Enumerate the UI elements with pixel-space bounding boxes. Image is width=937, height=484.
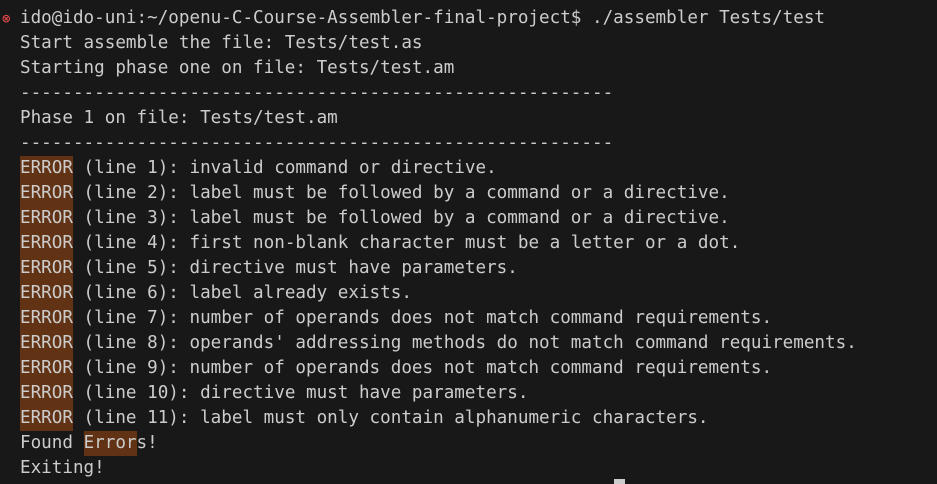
error-message: (line 7): number of operands does not ma… bbox=[72, 308, 773, 328]
error-line: ERROR (line 5): directive must have para… bbox=[2, 256, 937, 281]
separator-line: ----------------------------------------… bbox=[20, 133, 614, 153]
phase-title-text: Phase 1 on file: Tests/test.am bbox=[20, 108, 338, 128]
error-label: ERROR bbox=[20, 381, 73, 406]
error-label: ERROR bbox=[20, 406, 73, 431]
error-label: ERROR bbox=[20, 256, 73, 281]
gutter: ⊗ bbox=[2, 12, 20, 26]
error-line: ERROR (line 10): directive must have par… bbox=[2, 381, 937, 406]
error-label: ERROR bbox=[20, 156, 73, 181]
exit-line: Exiting! bbox=[2, 456, 937, 481]
exit-text: Exiting! bbox=[20, 458, 105, 478]
error-label: ERROR bbox=[20, 181, 73, 206]
prompt-command: ido@ido-uni:~/openu-C-Course-Assembler-f… bbox=[20, 8, 826, 28]
found-prefix: Found bbox=[20, 433, 84, 453]
error-label: ERROR bbox=[20, 356, 73, 381]
error-line: ERROR (line 2): label must be followed b… bbox=[2, 181, 937, 206]
error-message: (line 3): label must be followed by a co… bbox=[72, 208, 730, 228]
output-line: ----------------------------------------… bbox=[2, 81, 937, 106]
error-line: ERROR (line 11): label must only contain… bbox=[2, 406, 937, 431]
error-message: (line 10): directive must have parameter… bbox=[72, 383, 529, 403]
error-message: (line 4): first non-blank character must… bbox=[72, 233, 741, 253]
separator-line: ----------------------------------------… bbox=[20, 83, 614, 103]
error-message: (line 8): operands' addressing methods d… bbox=[72, 333, 857, 353]
error-line: ERROR (line 4): first non-blank characte… bbox=[2, 231, 937, 256]
error-line: ERROR (line 1): invalid command or direc… bbox=[2, 156, 937, 181]
command-failed-icon[interactable]: ⊗ bbox=[2, 12, 10, 26]
error-label: ERROR bbox=[20, 306, 73, 331]
error-message: (line 11): label must only contain alpha… bbox=[72, 408, 709, 428]
error-message: (line 6): label already exists. bbox=[72, 283, 412, 303]
error-label: ERROR bbox=[20, 331, 73, 356]
found-highlight: Error bbox=[83, 431, 137, 456]
terminal-cursor bbox=[614, 479, 625, 484]
error-label: ERROR bbox=[20, 281, 73, 306]
found-suffix: s! bbox=[136, 433, 158, 453]
start-assemble-text: Start assemble the file: Tests/test.as bbox=[20, 33, 423, 53]
error-message: (line 9): number of operands does not ma… bbox=[72, 358, 773, 378]
output-line: ----------------------------------------… bbox=[2, 131, 937, 156]
error-label: ERROR bbox=[20, 206, 73, 231]
error-message: (line 2): label must be followed by a co… bbox=[72, 183, 730, 203]
error-line: ERROR (line 8): operands' addressing met… bbox=[2, 331, 937, 356]
error-line: ERROR (line 7): number of operands does … bbox=[2, 306, 937, 331]
error-label: ERROR bbox=[20, 231, 73, 256]
error-line: ERROR (line 3): label must be followed b… bbox=[2, 206, 937, 231]
error-message: (line 5): directive must have parameters… bbox=[72, 258, 518, 278]
output-line: Starting phase one on file: Tests/test.a… bbox=[2, 56, 937, 81]
found-errors-line: Found Error s! bbox=[2, 431, 937, 456]
error-line: ERROR (line 9): number of operands does … bbox=[2, 356, 937, 381]
error-line: ERROR (line 6): label already exists. bbox=[2, 281, 937, 306]
terminal-panel[interactable]: ⊗ ido@ido-uni:~/openu-C-Course-Assembler… bbox=[0, 0, 937, 484]
phase-start-text: Starting phase one on file: Tests/test.a… bbox=[20, 58, 455, 78]
error-message: (line 1): invalid command or directive. bbox=[72, 158, 497, 178]
prompt-line: ⊗ ido@ido-uni:~/openu-C-Course-Assembler… bbox=[2, 6, 937, 31]
output-line: Phase 1 on file: Tests/test.am bbox=[2, 106, 937, 131]
output-line: Start assemble the file: Tests/test.as bbox=[2, 31, 937, 56]
